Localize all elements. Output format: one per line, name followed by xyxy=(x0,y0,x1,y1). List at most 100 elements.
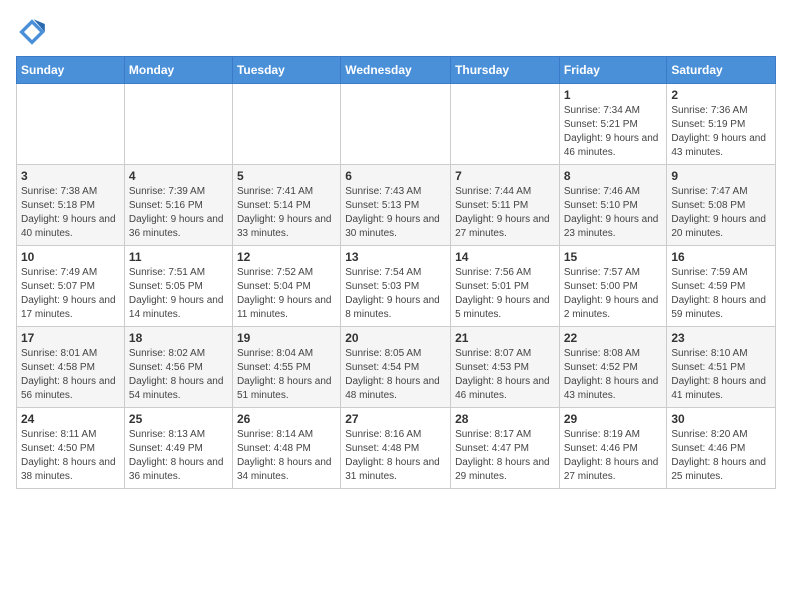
calendar-cell xyxy=(124,84,232,165)
weekday-header-saturday: Saturday xyxy=(667,57,776,84)
day-number: 26 xyxy=(237,412,336,426)
day-number: 8 xyxy=(564,169,663,183)
day-info: Sunrise: 7:41 AM Sunset: 5:14 PM Dayligh… xyxy=(237,185,336,241)
day-info: Sunrise: 7:47 AM Sunset: 5:08 PM Dayligh… xyxy=(671,185,771,241)
day-info: Sunrise: 8:14 AM Sunset: 4:48 PM Dayligh… xyxy=(237,428,336,484)
day-number: 20 xyxy=(345,331,446,345)
day-number: 12 xyxy=(237,250,336,264)
day-number: 27 xyxy=(345,412,446,426)
day-info: Sunrise: 8:19 AM Sunset: 4:46 PM Dayligh… xyxy=(564,428,663,484)
logo-icon xyxy=(16,16,48,48)
calendar-cell: 12 Sunrise: 7:52 AM Sunset: 5:04 PM Dayli… xyxy=(232,246,340,327)
day-info: Sunrise: 7:56 AM Sunset: 5:01 PM Dayligh… xyxy=(455,266,555,322)
weekday-header-monday: Monday xyxy=(124,57,232,84)
day-info: Sunrise: 7:59 AM Sunset: 4:59 PM Dayligh… xyxy=(671,266,771,322)
logo xyxy=(16,16,52,48)
day-number: 17 xyxy=(21,331,120,345)
day-number: 11 xyxy=(129,250,228,264)
day-number: 13 xyxy=(345,250,446,264)
calendar-cell xyxy=(341,84,451,165)
day-info: Sunrise: 8:10 AM Sunset: 4:51 PM Dayligh… xyxy=(671,347,771,403)
weekday-header-sunday: Sunday xyxy=(17,57,125,84)
weekday-header-wednesday: Wednesday xyxy=(341,57,451,84)
calendar-cell: 20 Sunrise: 8:05 AM Sunset: 4:54 PM Dayli… xyxy=(341,327,451,408)
day-info: Sunrise: 7:36 AM Sunset: 5:19 PM Dayligh… xyxy=(671,104,771,160)
calendar-cell: 3Sunrise: 7:38 AM Sunset: 5:18 PM Daylig… xyxy=(17,165,125,246)
page-header xyxy=(16,16,776,48)
calendar-table: SundayMondayTuesdayWednesdayThursdayFrid… xyxy=(16,56,776,489)
day-number: 4 xyxy=(129,169,228,183)
day-number: 29 xyxy=(564,412,663,426)
day-number: 16 xyxy=(671,250,771,264)
day-info: Sunrise: 8:02 AM Sunset: 4:56 PM Dayligh… xyxy=(129,347,228,403)
calendar-cell xyxy=(451,84,560,165)
day-number: 14 xyxy=(455,250,555,264)
week-row-3: 17 Sunrise: 8:01 AM Sunset: 4:58 PM Dayli… xyxy=(17,327,776,408)
day-number: 9 xyxy=(671,169,771,183)
day-info: Sunrise: 7:54 AM Sunset: 5:03 PM Dayligh… xyxy=(345,266,446,322)
calendar-cell: 2 Sunrise: 7:36 AM Sunset: 5:19 PM Daylig… xyxy=(667,84,776,165)
calendar-cell: 21 Sunrise: 8:07 AM Sunset: 4:53 PM Dayli… xyxy=(451,327,560,408)
weekday-header-tuesday: Tuesday xyxy=(232,57,340,84)
day-number: 21 xyxy=(455,331,555,345)
weekday-header-row: SundayMondayTuesdayWednesdayThursdayFrid… xyxy=(17,57,776,84)
calendar-cell: 13 Sunrise: 7:54 AM Sunset: 5:03 PM Dayli… xyxy=(341,246,451,327)
day-info: Sunrise: 7:49 AM Sunset: 5:07 PM Dayligh… xyxy=(21,266,120,322)
day-number: 1 xyxy=(564,88,663,102)
weekday-header-thursday: Thursday xyxy=(451,57,560,84)
calendar-cell: 7 Sunrise: 7:44 AM Sunset: 5:11 PM Daylig… xyxy=(451,165,560,246)
calendar-cell: 1Sunrise: 7:34 AM Sunset: 5:21 PM Daylig… xyxy=(559,84,667,165)
day-number: 28 xyxy=(455,412,555,426)
calendar-cell: 8Sunrise: 7:46 AM Sunset: 5:10 PM Daylig… xyxy=(559,165,667,246)
day-info: Sunrise: 7:43 AM Sunset: 5:13 PM Dayligh… xyxy=(345,185,446,241)
day-number: 6 xyxy=(345,169,446,183)
calendar-cell: 26 Sunrise: 8:14 AM Sunset: 4:48 PM Dayli… xyxy=(232,408,340,489)
calendar-cell: 23Sunrise: 8:10 AM Sunset: 4:51 PM Dayli… xyxy=(667,327,776,408)
calendar-cell xyxy=(232,84,340,165)
day-number: 18 xyxy=(129,331,228,345)
calendar-cell: 25Sunrise: 8:13 AM Sunset: 4:49 PM Dayli… xyxy=(124,408,232,489)
day-number: 10 xyxy=(21,250,120,264)
calendar-body: 1Sunrise: 7:34 AM Sunset: 5:21 PM Daylig… xyxy=(17,84,776,489)
day-info: Sunrise: 8:17 AM Sunset: 4:47 PM Dayligh… xyxy=(455,428,555,484)
day-info: Sunrise: 8:04 AM Sunset: 4:55 PM Dayligh… xyxy=(237,347,336,403)
week-row-2: 10 Sunrise: 7:49 AM Sunset: 5:07 PM Dayli… xyxy=(17,246,776,327)
calendar-cell: 27 Sunrise: 8:16 AM Sunset: 4:48 PM Dayli… xyxy=(341,408,451,489)
day-number: 7 xyxy=(455,169,555,183)
day-info: Sunrise: 7:57 AM Sunset: 5:00 PM Dayligh… xyxy=(564,266,663,322)
calendar-cell: 19 Sunrise: 8:04 AM Sunset: 4:55 PM Dayli… xyxy=(232,327,340,408)
calendar-cell: 9 Sunrise: 7:47 AM Sunset: 5:08 PM Daylig… xyxy=(667,165,776,246)
calendar-cell: 16 Sunrise: 7:59 AM Sunset: 4:59 PM Dayli… xyxy=(667,246,776,327)
calendar-cell: 11 Sunrise: 7:51 AM Sunset: 5:05 PM Dayli… xyxy=(124,246,232,327)
week-row-1: 3Sunrise: 7:38 AM Sunset: 5:18 PM Daylig… xyxy=(17,165,776,246)
day-number: 24 xyxy=(21,412,120,426)
calendar-cell: 5 Sunrise: 7:41 AM Sunset: 5:14 PM Daylig… xyxy=(232,165,340,246)
day-info: Sunrise: 8:01 AM Sunset: 4:58 PM Dayligh… xyxy=(21,347,120,403)
day-info: Sunrise: 7:38 AM Sunset: 5:18 PM Dayligh… xyxy=(21,185,120,241)
week-row-0: 1Sunrise: 7:34 AM Sunset: 5:21 PM Daylig… xyxy=(17,84,776,165)
day-number: 5 xyxy=(237,169,336,183)
day-info: Sunrise: 8:13 AM Sunset: 4:49 PM Dayligh… xyxy=(129,428,228,484)
day-number: 19 xyxy=(237,331,336,345)
calendar-cell: 6 Sunrise: 7:43 AM Sunset: 5:13 PM Daylig… xyxy=(341,165,451,246)
calendar-cell: 15Sunrise: 7:57 AM Sunset: 5:00 PM Dayli… xyxy=(559,246,667,327)
day-info: Sunrise: 8:07 AM Sunset: 4:53 PM Dayligh… xyxy=(455,347,555,403)
day-number: 22 xyxy=(564,331,663,345)
day-info: Sunrise: 8:05 AM Sunset: 4:54 PM Dayligh… xyxy=(345,347,446,403)
calendar-cell: 17 Sunrise: 8:01 AM Sunset: 4:58 PM Dayli… xyxy=(17,327,125,408)
day-info: Sunrise: 8:08 AM Sunset: 4:52 PM Dayligh… xyxy=(564,347,663,403)
calendar-cell xyxy=(17,84,125,165)
day-info: Sunrise: 8:16 AM Sunset: 4:48 PM Dayligh… xyxy=(345,428,446,484)
day-info: Sunrise: 7:52 AM Sunset: 5:04 PM Dayligh… xyxy=(237,266,336,322)
day-number: 30 xyxy=(671,412,771,426)
calendar-cell: 18 Sunrise: 8:02 AM Sunset: 4:56 PM Dayli… xyxy=(124,327,232,408)
day-number: 2 xyxy=(671,88,771,102)
calendar-cell: 10 Sunrise: 7:49 AM Sunset: 5:07 PM Dayli… xyxy=(17,246,125,327)
day-info: Sunrise: 7:51 AM Sunset: 5:05 PM Dayligh… xyxy=(129,266,228,322)
calendar-cell: 4 Sunrise: 7:39 AM Sunset: 5:16 PM Daylig… xyxy=(124,165,232,246)
week-row-4: 24Sunrise: 8:11 AM Sunset: 4:50 PM Dayli… xyxy=(17,408,776,489)
day-info: Sunrise: 7:39 AM Sunset: 5:16 PM Dayligh… xyxy=(129,185,228,241)
day-info: Sunrise: 8:20 AM Sunset: 4:46 PM Dayligh… xyxy=(671,428,771,484)
day-info: Sunrise: 7:44 AM Sunset: 5:11 PM Dayligh… xyxy=(455,185,555,241)
calendar-cell: 14 Sunrise: 7:56 AM Sunset: 5:01 PM Dayli… xyxy=(451,246,560,327)
